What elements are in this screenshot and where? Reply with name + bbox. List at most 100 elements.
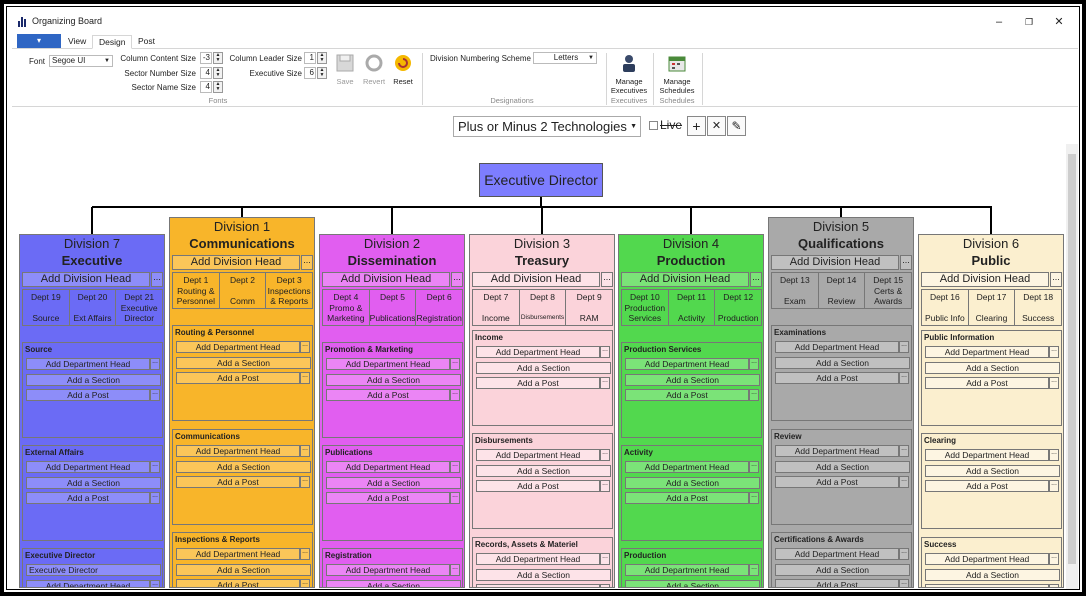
more-options-button[interactable]: ... bbox=[150, 358, 160, 370]
add-post-button[interactable]: Add a Post bbox=[176, 579, 300, 587]
add-section-button[interactable]: Add a Section bbox=[625, 373, 760, 386]
add-post-button[interactable]: Add a Post bbox=[26, 389, 150, 401]
more-options-button[interactable]: ... bbox=[1049, 553, 1059, 565]
add-post-button[interactable]: Add a Post bbox=[476, 480, 600, 492]
more-options-button[interactable]: ... bbox=[150, 461, 160, 473]
add-department-head-button[interactable]: Add Department Head bbox=[176, 445, 300, 457]
add-section-button[interactable]: Add a Section bbox=[326, 476, 461, 489]
add-post-button[interactable]: Add a Post bbox=[476, 377, 600, 389]
vertical-scrollbar[interactable] bbox=[1066, 144, 1078, 589]
add-department-head-button[interactable]: Add Department Head bbox=[326, 564, 450, 576]
more-options-button[interactable]: ... bbox=[300, 476, 310, 488]
tab-view[interactable]: View bbox=[62, 35, 92, 49]
more-options-button[interactable]: ... bbox=[750, 272, 762, 287]
department-dept-21[interactable]: Dept 21 Executive Director bbox=[116, 290, 162, 325]
more-options-button[interactable]: ... bbox=[600, 584, 610, 587]
sector-name-spinner[interactable]: 4 ▲ ▼ bbox=[200, 81, 224, 93]
reset-button[interactable]: Reset bbox=[391, 53, 415, 86]
add-section-button[interactable]: Add a Section bbox=[26, 476, 161, 489]
add-section-button[interactable]: Add a Section bbox=[326, 373, 461, 386]
add-post-button[interactable]: Add a Post bbox=[775, 579, 899, 587]
add-post-button[interactable]: Add a Post bbox=[625, 389, 749, 401]
add-section-button[interactable]: Add a Section bbox=[775, 563, 910, 576]
more-options-button[interactable]: ... bbox=[749, 564, 759, 576]
add-section-button[interactable]: Add a Section bbox=[326, 579, 461, 587]
manage-executives-button[interactable]: Manage Executives bbox=[609, 53, 649, 95]
department-dept-5[interactable]: Dept 5 Publications bbox=[370, 290, 417, 325]
add-department-head-button[interactable]: Add Department Head bbox=[476, 346, 600, 358]
add-section-button[interactable]: Add a Section bbox=[925, 464, 1060, 477]
more-options-button[interactable]: ... bbox=[1049, 377, 1059, 389]
more-options-button[interactable]: ... bbox=[899, 372, 909, 384]
scroll-thumb[interactable] bbox=[1068, 154, 1076, 564]
more-options-button[interactable]: ... bbox=[300, 341, 310, 353]
more-options-button[interactable]: ... bbox=[1049, 584, 1059, 587]
col-leader-spinner[interactable]: 1 ▲ ▼ bbox=[304, 52, 328, 64]
add-department-head-button[interactable]: Add Department Head bbox=[625, 564, 749, 576]
add-post-button[interactable]: Add a Post bbox=[925, 377, 1049, 389]
delete-board-button[interactable]: ✕ bbox=[707, 116, 726, 136]
minimize-button[interactable]: – bbox=[986, 14, 1012, 30]
department-dept-10[interactable]: Dept 10 Production Services bbox=[622, 290, 669, 325]
more-options-button[interactable]: ... bbox=[899, 445, 909, 457]
department-dept-8[interactable]: Dept 8 Disbursements bbox=[520, 290, 567, 325]
add-division-head-button[interactable]: Add Division Head bbox=[921, 272, 1049, 287]
board-select[interactable]: Plus or Minus 2 Technologies ▼ bbox=[453, 116, 641, 137]
add-post-button[interactable]: Add a Post bbox=[326, 492, 450, 504]
executive-director-box[interactable]: Executive Director bbox=[479, 163, 603, 197]
add-post-button[interactable]: Add a Post bbox=[476, 584, 600, 587]
department-dept-17[interactable]: Dept 17 Clearing bbox=[969, 290, 1016, 325]
add-post-button[interactable]: Add a Post bbox=[775, 476, 899, 488]
add-department-head-button[interactable]: Add Department Head bbox=[476, 553, 600, 565]
department-post[interactable]: Executive Director bbox=[26, 564, 161, 576]
more-options-button[interactable]: ... bbox=[1049, 480, 1059, 492]
more-options-button[interactable]: ... bbox=[301, 255, 313, 270]
more-options-button[interactable]: ... bbox=[451, 272, 463, 287]
add-post-button[interactable]: Add a Post bbox=[775, 372, 899, 384]
live-checkbox[interactable] bbox=[649, 121, 658, 130]
add-division-head-button[interactable]: Add Division Head bbox=[172, 255, 300, 270]
more-options-button[interactable]: ... bbox=[749, 358, 759, 370]
more-options-button[interactable]: ... bbox=[150, 580, 160, 587]
department-dept-15[interactable]: Dept 15 Certs & Awards bbox=[865, 273, 911, 308]
add-department-head-button[interactable]: Add Department Head bbox=[26, 358, 150, 370]
more-options-button[interactable]: ... bbox=[1049, 449, 1059, 461]
department-dept-20[interactable]: Dept 20 Ext Affairs bbox=[70, 290, 117, 325]
more-options-button[interactable]: ... bbox=[450, 492, 460, 504]
add-division-head-button[interactable]: Add Division Head bbox=[322, 272, 450, 287]
add-division-head-button[interactable]: Add Division Head bbox=[472, 272, 600, 287]
add-post-button[interactable]: Add a Post bbox=[26, 492, 150, 504]
font-select[interactable]: Segoe UI ▼ bbox=[49, 55, 113, 67]
more-options-button[interactable]: ... bbox=[450, 564, 460, 576]
add-department-head-button[interactable]: Add Department Head bbox=[26, 461, 150, 473]
more-options-button[interactable]: ... bbox=[600, 346, 610, 358]
sector-number-spinner[interactable]: 4 ▲ ▼ bbox=[200, 67, 224, 79]
add-section-button[interactable]: Add a Section bbox=[625, 476, 760, 489]
add-section-button[interactable]: Add a Section bbox=[176, 356, 311, 369]
close-button[interactable]: ✕ bbox=[1046, 14, 1072, 30]
department-dept-3[interactable]: Dept 3 Inspections & Reports bbox=[266, 273, 312, 308]
more-options-button[interactable]: ... bbox=[600, 480, 610, 492]
add-department-head-button[interactable]: Add Department Head bbox=[625, 461, 749, 473]
add-section-button[interactable]: Add a Section bbox=[476, 568, 611, 581]
add-post-button[interactable]: Add a Post bbox=[925, 584, 1049, 587]
department-dept-1[interactable]: Dept 1 Routing & Personnel bbox=[173, 273, 220, 308]
save-button[interactable]: Save bbox=[334, 53, 356, 86]
add-section-button[interactable]: Add a Section bbox=[26, 373, 161, 386]
more-options-button[interactable]: ... bbox=[300, 372, 310, 384]
more-options-button[interactable]: ... bbox=[899, 579, 909, 587]
revert-button[interactable]: Revert bbox=[360, 53, 388, 86]
add-section-button[interactable]: Add a Section bbox=[476, 361, 611, 374]
tab-design[interactable]: Design bbox=[92, 35, 133, 49]
more-options-button[interactable]: ... bbox=[749, 461, 759, 473]
add-section-button[interactable]: Add a Section bbox=[775, 356, 910, 369]
add-section-button[interactable]: Add a Section bbox=[925, 568, 1060, 581]
manage-schedules-button[interactable]: Manage Schedules bbox=[656, 53, 698, 95]
department-dept-19[interactable]: Dept 19 Source bbox=[23, 290, 70, 325]
add-post-button[interactable]: Add a Post bbox=[176, 476, 300, 488]
more-options-button[interactable]: ... bbox=[150, 492, 160, 504]
add-department-head-button[interactable]: Add Department Head bbox=[26, 580, 150, 587]
add-post-button[interactable]: Add a Post bbox=[925, 480, 1049, 492]
more-options-button[interactable]: ... bbox=[900, 255, 912, 270]
add-section-button[interactable]: Add a Section bbox=[176, 563, 311, 576]
